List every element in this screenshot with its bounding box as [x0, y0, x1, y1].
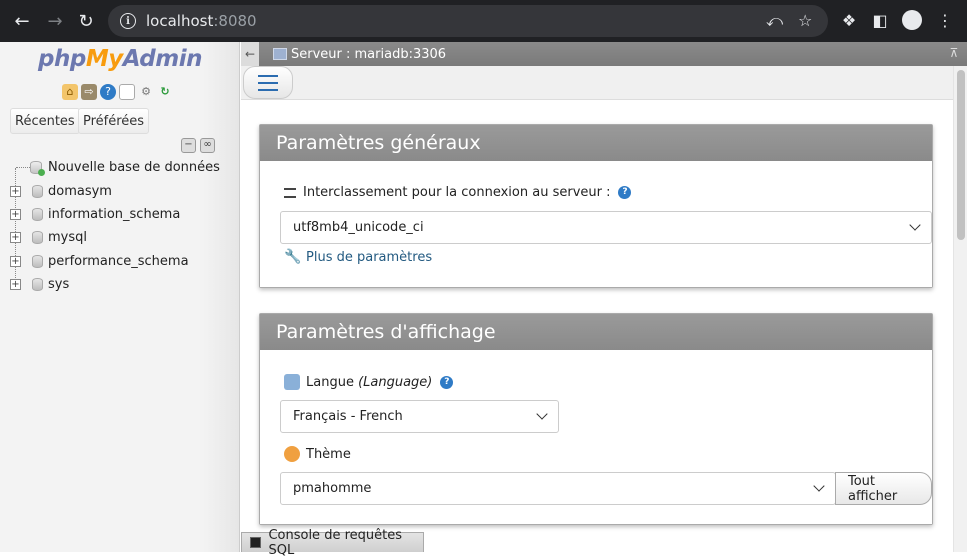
theme-palette-icon	[284, 446, 300, 462]
database-name: domasym	[48, 183, 112, 199]
wrench-icon: 🔧	[284, 249, 302, 265]
console-icon	[250, 537, 262, 548]
more-settings-link[interactable]: 🔧 Plus de paramètres	[284, 249, 432, 265]
server-breadcrumb: ← Serveur : mariadb:3306 ⊼	[241, 42, 967, 66]
language-icon	[284, 374, 300, 390]
tree-controls: − ∞	[181, 138, 215, 153]
home-icon[interactable]: ⌂	[62, 84, 78, 100]
expand-icon[interactable]: +	[10, 185, 21, 197]
theme-label-row: Thème	[284, 446, 351, 462]
new-database-icon	[30, 161, 45, 177]
help-icon[interactable]: ?	[100, 84, 116, 100]
expand-icon[interactable]: +	[10, 255, 21, 267]
collation-value: utf8mb4_unicode_ci	[293, 220, 424, 235]
logo-php: php	[38, 46, 86, 72]
display-settings-panel: Paramètres d'affichage Langue (Language)…	[259, 313, 933, 525]
theme-value: pmahomme	[293, 481, 372, 496]
reload-icon[interactable]: ↻	[71, 6, 101, 36]
database-icon	[32, 278, 43, 292]
database-item[interactable]: + mysql	[10, 226, 235, 249]
hamburger-menu-icon[interactable]	[243, 66, 293, 99]
chevron-down-icon	[909, 219, 921, 231]
top-menu-bar	[241, 66, 953, 100]
theme-label: Thème	[306, 446, 351, 462]
expand-icon[interactable]: +	[10, 208, 21, 220]
display-settings-title: Paramètres d'affichage	[260, 314, 932, 350]
collapse-all-icon[interactable]: −	[181, 138, 196, 153]
navigation-icon-tray: ⌂ ⇨ ? ⚙ ↻	[62, 84, 173, 100]
help-icon[interactable]: ?	[440, 375, 454, 389]
database-item[interactable]: + performance_schema	[10, 250, 235, 273]
language-select[interactable]: Français - French	[280, 400, 559, 433]
reload-navigation-icon[interactable]: ↻	[157, 84, 173, 100]
expand-icon[interactable]: +	[10, 279, 21, 291]
collapse-navigation-icon[interactable]: ←	[241, 42, 259, 66]
new-database-label: Nouvelle base de données	[48, 160, 220, 176]
scrollbar-thumb[interactable]	[957, 70, 965, 240]
documentation-icon[interactable]	[119, 84, 135, 100]
more-settings-label: Plus de paramètres	[306, 249, 433, 265]
database-tree: Nouvelle base de données + domasym + inf…	[10, 156, 235, 296]
server-icon	[273, 48, 287, 60]
vertical-scrollbar[interactable]	[953, 66, 967, 552]
collation-label: Interclassement pour la connexion au ser…	[303, 185, 611, 200]
url-port: :8080	[213, 12, 257, 30]
side-panel-icon[interactable]: ◧	[868, 8, 892, 32]
new-database-item[interactable]: Nouvelle base de données	[10, 156, 235, 179]
logo-my: My	[85, 46, 123, 72]
general-settings-title: Paramètres généraux	[260, 125, 932, 161]
language-label-row: Langue (Language) ?	[284, 374, 454, 390]
collation-select[interactable]: utf8mb4_unicode_ci	[280, 211, 932, 244]
logout-icon[interactable]: ⇨	[81, 84, 97, 100]
link-with-main-icon[interactable]: ∞	[200, 138, 215, 153]
database-name: information_schema	[48, 206, 181, 222]
server-label[interactable]: Serveur : mariadb:3306	[291, 47, 446, 62]
database-name: sys	[48, 277, 70, 293]
site-info-icon[interactable]: i	[120, 13, 136, 29]
phpmyadmin-logo[interactable]: phpMyAdmin	[38, 46, 202, 72]
database-icon	[32, 254, 43, 268]
collation-list-icon	[284, 187, 296, 198]
main-content: Paramètres généraux Interclassement pour…	[241, 100, 953, 532]
general-settings-panel: Paramètres généraux Interclassement pour…	[259, 124, 933, 288]
settings-gear-icon[interactable]: ⚙	[138, 84, 154, 100]
database-name: performance_schema	[48, 253, 189, 269]
help-icon[interactable]: ?	[618, 186, 632, 199]
back-arrow-icon[interactable]: ←	[7, 6, 37, 36]
chevron-down-icon	[813, 480, 825, 492]
url-host: localhost	[146, 12, 214, 30]
tab-recent[interactable]: Récentes	[10, 108, 80, 134]
database-icon	[32, 207, 43, 221]
browser-menu-icon[interactable]: ⋮	[933, 8, 957, 32]
tab-favorites[interactable]: Préférées	[78, 108, 150, 134]
theme-select[interactable]: pmahomme	[280, 472, 836, 505]
browser-toolbar: ← → ↻ i localhost:8080 ⤺ ☆ ❖ ◧ ⋮	[0, 0, 967, 42]
navigation-panel: phpMyAdmin ⌂ ⇨ ? ⚙ ↻ Récentes Préférées …	[0, 42, 240, 552]
database-icon	[32, 231, 43, 245]
database-item[interactable]: + information_schema	[10, 203, 235, 226]
logo-admin: Admin	[122, 46, 203, 72]
scroll-to-top-icon[interactable]: ⊼	[947, 46, 961, 60]
database-icon	[32, 184, 43, 198]
sql-console-label: Console de requêtes SQL	[268, 527, 402, 558]
language-label-en: (Language)	[358, 374, 433, 390]
database-name: mysql	[48, 230, 87, 246]
show-all-themes-button[interactable]: Tout afficher	[835, 472, 932, 505]
share-icon[interactable]: ⤺	[766, 11, 783, 31]
bookmark-star-icon[interactable]: ☆	[798, 11, 812, 30]
database-item[interactable]: + sys	[10, 273, 235, 296]
chevron-down-icon	[536, 408, 548, 420]
profile-avatar-icon[interactable]	[900, 8, 924, 32]
collation-label-row: Interclassement pour la connexion au ser…	[284, 185, 632, 200]
language-value: Français - French	[293, 409, 403, 424]
sql-console-tab[interactable]: Console de requêtes SQL	[241, 528, 424, 558]
extensions-puzzle-icon[interactable]: ❖	[837, 8, 861, 32]
database-item[interactable]: + domasym	[10, 179, 235, 202]
language-label: Langue	[306, 374, 354, 390]
expand-icon[interactable]: +	[10, 232, 21, 244]
tree-branch	[16, 167, 30, 169]
forward-arrow-icon[interactable]: →	[40, 6, 70, 36]
address-bar[interactable]: i localhost:8080 ⤺ ☆	[108, 5, 828, 37]
